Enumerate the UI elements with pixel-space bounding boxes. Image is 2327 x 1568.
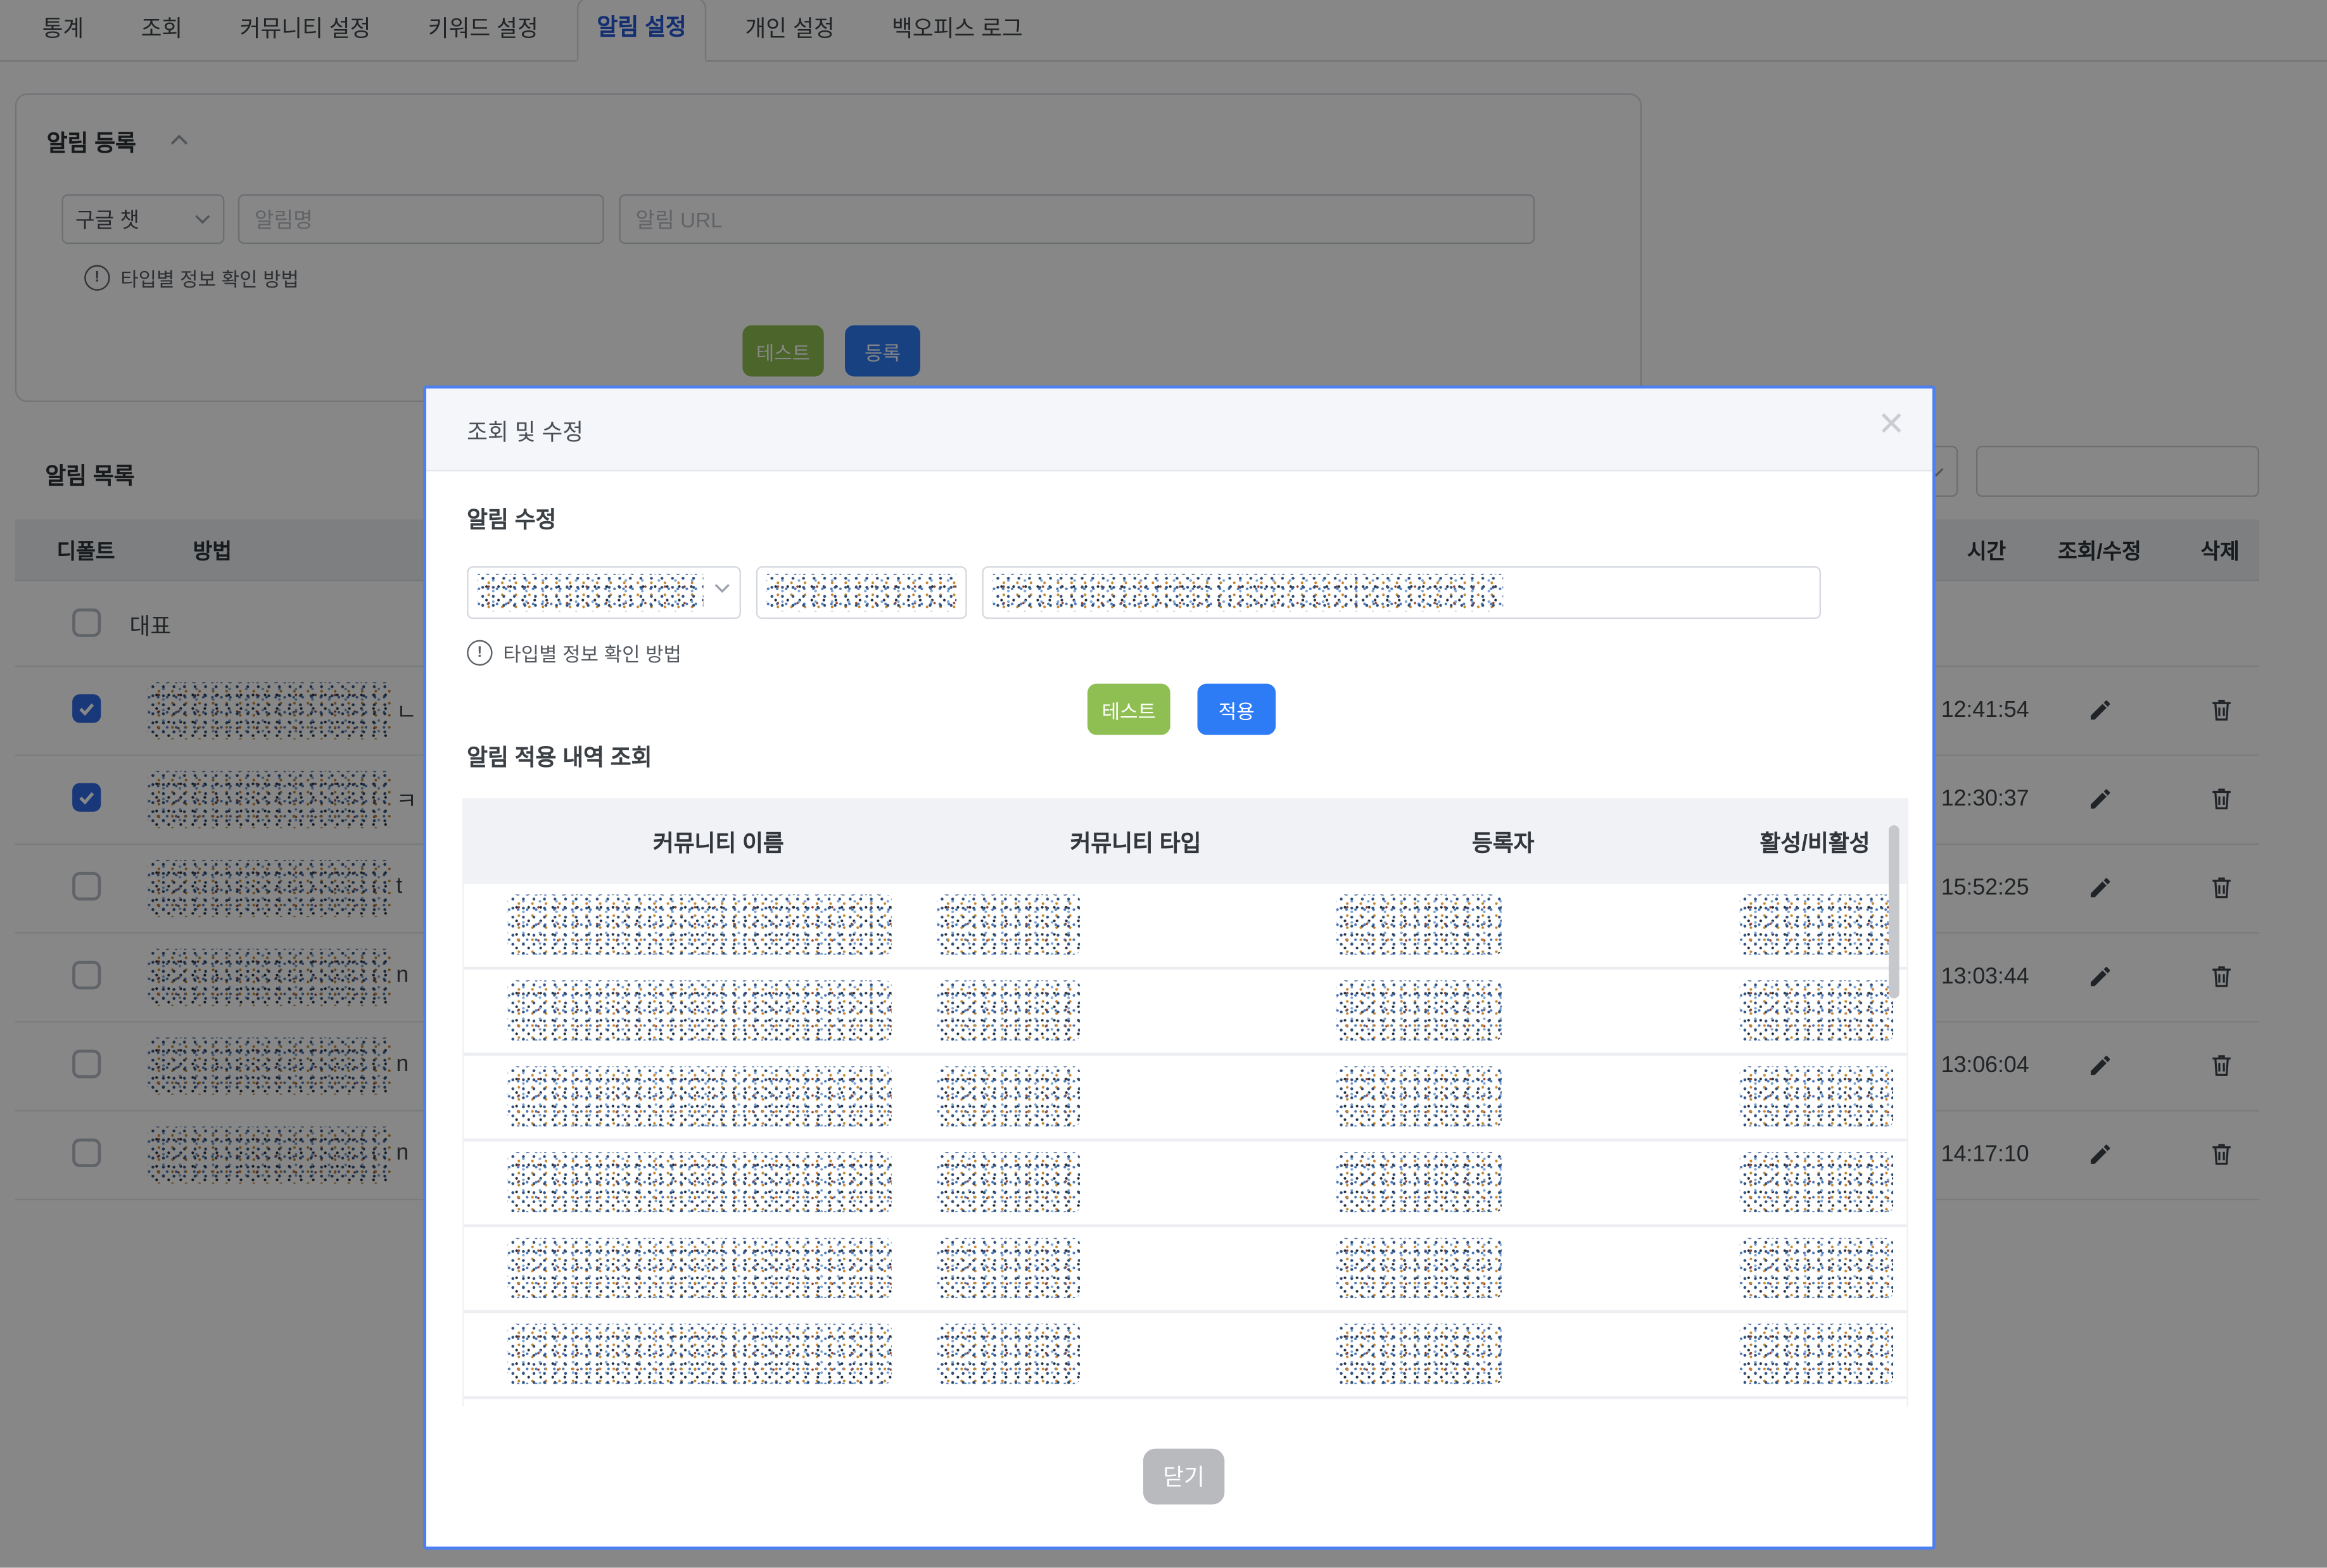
redacted-registrant <box>1336 895 1502 955</box>
modal-url-input[interactable] <box>982 566 1821 619</box>
redacted-active-state <box>1740 1152 1894 1212</box>
redacted-input-value <box>766 574 956 611</box>
edit-section-title: 알림 수정 <box>467 503 556 534</box>
modal-type-select[interactable] <box>467 566 741 619</box>
redacted-community-type <box>937 1152 1080 1212</box>
history-col-header: 커뮤니티 이름 <box>590 827 846 859</box>
redacted-active-state <box>1740 895 1894 955</box>
redacted-registrant <box>1336 1238 1502 1298</box>
modal-test-button[interactable]: 테스트 <box>1087 684 1170 735</box>
history-row <box>464 1142 1906 1228</box>
page: 통계조회커뮤니티 설정키워드 설정알림 설정개인 설정백오피스 로그 알림 등록… <box>0 0 2327 1567</box>
modal-apply-button[interactable]: 적용 <box>1198 684 1276 735</box>
chevron-down-icon <box>714 583 730 593</box>
history-row <box>464 1313 1906 1400</box>
modal-header: 조회 및 수정 ✕ <box>426 389 1932 472</box>
history-row <box>464 884 1906 970</box>
redacted-select-value <box>478 574 704 611</box>
history-row <box>464 970 1906 1056</box>
history-row <box>464 1227 1906 1313</box>
redacted-community-type <box>937 980 1080 1040</box>
redacted-community-name <box>507 1324 891 1384</box>
redacted-input-value <box>992 574 1503 611</box>
history-table-header: 커뮤니티 이름커뮤니티 타입등록자활성/비활성 <box>464 800 1906 884</box>
scrollbar-thumb[interactable] <box>1889 825 1899 998</box>
type-info-link[interactable]: ! 타입별 정보 확인 방법 <box>467 638 682 667</box>
redacted-registrant <box>1336 980 1502 1040</box>
history-col-header: 등록자 <box>1413 827 1594 859</box>
redacted-community-name <box>507 980 891 1040</box>
history-row-partial <box>464 1399 1906 1423</box>
redacted-community-type <box>937 1324 1080 1384</box>
redacted-registrant <box>1336 1324 1502 1384</box>
redacted-active-state <box>1740 1066 1894 1127</box>
type-info-label: 타입별 정보 확인 방법 <box>503 638 682 667</box>
history-col-header: 커뮤니티 타입 <box>1008 827 1264 859</box>
redacted-community-name <box>507 1152 891 1212</box>
history-table: 커뮤니티 이름커뮤니티 타입등록자활성/비활성 <box>462 798 1908 1407</box>
redacted-active-state <box>1740 1324 1894 1384</box>
modal-close-button[interactable]: 닫기 <box>1143 1449 1224 1505</box>
history-section-title: 알림 적용 내역 조회 <box>467 741 652 773</box>
view-edit-modal: 조회 및 수정 ✕ 알림 수정 ! 타입별 정보 확인 방법 테스트 적용 알림… <box>423 386 1936 1550</box>
redacted-registrant <box>1336 1152 1502 1212</box>
info-icon: ! <box>467 640 492 666</box>
redacted-community-type <box>937 1066 1080 1127</box>
modal-name-input[interactable] <box>756 566 967 619</box>
redacted-registrant <box>1336 1066 1502 1127</box>
redacted-active-state <box>1740 1238 1894 1298</box>
history-row <box>464 1056 1906 1142</box>
modal-title: 조회 및 수정 <box>467 415 583 447</box>
redacted-community-name <box>507 895 891 955</box>
close-icon[interactable]: ✕ <box>1877 408 1905 441</box>
redacted-community-name <box>507 1238 891 1298</box>
redacted-community-type <box>937 895 1080 955</box>
redacted-community-type <box>937 1238 1080 1298</box>
redacted-community-name <box>507 1066 891 1127</box>
redacted-active-state <box>1740 980 1894 1040</box>
